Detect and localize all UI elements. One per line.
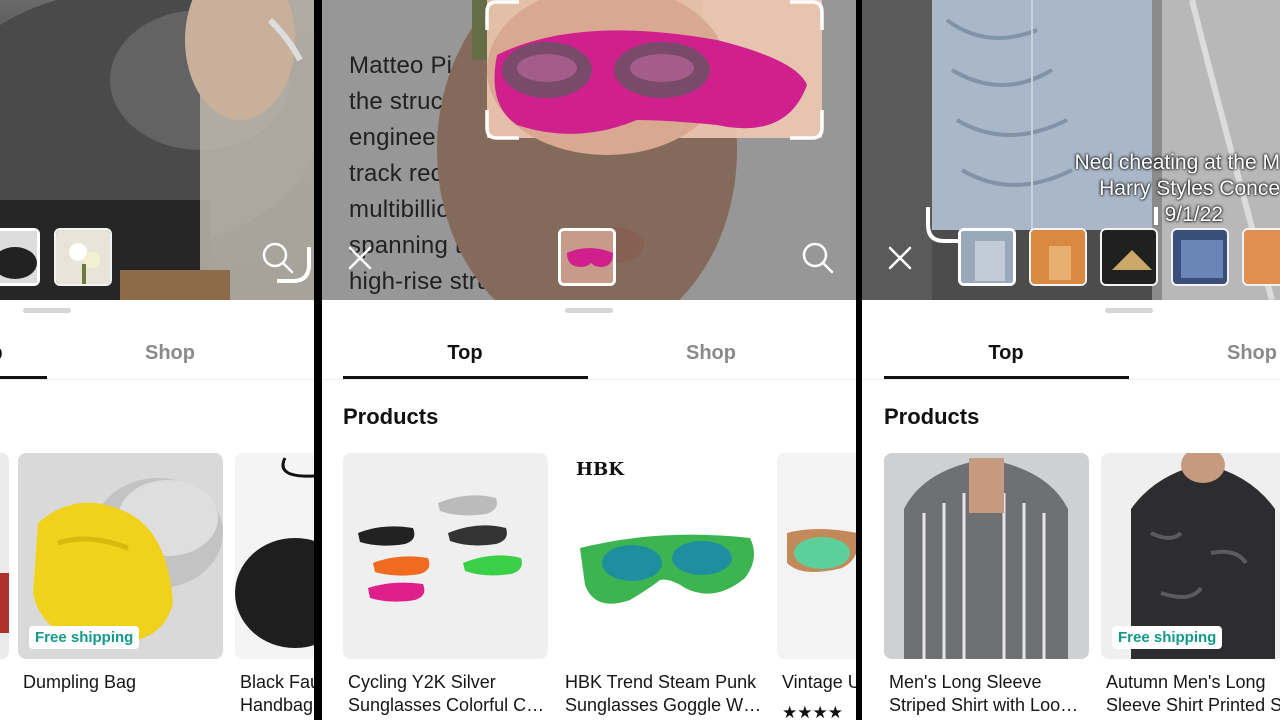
product-card[interactable] [0,453,9,659]
product-title: Cycling Y2K Silver Sunglasses Colorful C… [348,672,545,715]
product-title: Autumn Men's Long Sleeve Shirt Printed S [1106,672,1280,715]
tab-shop[interactable]: Shop [110,342,230,365]
product-image [343,453,548,659]
product-image: Free shipping [1101,453,1280,659]
close-icon[interactable] [342,240,378,276]
results-sheet: Top Shop Free shipping Dumpling Bag [0,300,314,720]
video-frame: Ned cheating at the M Harry Styles Conce… [862,0,1280,300]
product-card[interactable]: Free shipping Autumn Men's Long Sleeve S… [1101,453,1280,719]
tab-shop[interactable]: Shop [1192,342,1280,365]
video-caption-line: Harry Styles Conce [1099,177,1280,200]
tab-shop[interactable]: Shop [651,342,771,365]
search-icon[interactable] [800,240,836,276]
object-thumb-shirt[interactable] [958,228,1016,286]
video-frame: Matteo Piet the structura engineering tr… [322,0,856,300]
product-title: HBK Trend Steam Punk Sunglasses Goggle W… [565,672,762,715]
sheet-grabber[interactable] [23,308,71,313]
product-card[interactable]: HBK HBK Trend Steam Punk Sunglasses Gogg… [560,453,765,719]
section-title: Products [884,404,980,429]
product-image [884,453,1089,659]
free-shipping-badge: Free shipping [1112,626,1223,649]
tab-top[interactable]: Top [0,342,45,365]
object-thumb-person[interactable] [1029,228,1087,286]
product-card[interactable]: Black Fau Handbag [235,453,314,719]
product-image: Free shipping [18,453,223,659]
video-caption-line: Ned cheating at the M [1074,151,1280,174]
tab-divider [322,379,856,380]
product-image [777,453,856,659]
video-caption-line: 9/1/22 [1164,203,1223,226]
lens-panel-bag: Top Shop Free shipping Dumpling Bag [0,0,314,720]
product-card[interactable]: Free shipping Dumpling Bag [18,453,223,719]
product-image [235,453,314,659]
free-shipping-badge: Free shipping [29,626,140,649]
product-card[interactable]: Men's Long Sleeve Striped Shirt with Loo… [884,453,1089,719]
tab-underline [884,376,1129,379]
video-frame [0,0,314,300]
tab-top[interactable]: Top [405,342,525,365]
product-title: Men's Long Sleeve Striped Shirt with Loo… [889,672,1079,715]
lens-panel-shirt: Ned cheating at the M Harry Styles Conce… [862,0,1280,720]
object-thumb-bag[interactable] [0,228,40,286]
tab-divider [0,379,314,380]
lens-panel-sunglasses: Matteo Piet the structura engineering tr… [322,0,856,720]
product-title: Dumpling Bag [23,672,137,692]
sheet-grabber[interactable] [565,308,613,313]
section-title: Products [343,404,439,429]
results-sheet: Top Shop Products Men's Long Sleeve Stri… [862,300,1280,720]
close-icon[interactable] [882,240,918,276]
tab-top[interactable]: Top [946,342,1066,365]
object-thumb-jeans[interactable] [1171,228,1229,286]
object-thumb-flowers[interactable] [54,228,112,286]
object-thumb-sunglasses[interactable] [558,228,616,286]
tab-divider [862,379,1280,380]
rating-stars: ★★★★ [782,703,843,720]
object-thumb-item[interactable] [1242,228,1280,286]
product-card[interactable]: Vintage U [777,453,856,719]
product-image [0,453,9,659]
tab-underline [343,376,588,379]
results-sheet: Top Shop Products Cycling Y2K Silver Sun… [322,300,856,720]
product-title: Black Fau Handbag [240,672,314,715]
product-card[interactable]: Cycling Y2K Silver Sunglasses Colorful C… [343,453,548,719]
tab-underline [0,376,47,379]
object-thumb-top[interactable] [1100,228,1158,286]
product-image: HBK [560,453,765,659]
sheet-grabber[interactable] [1105,308,1153,313]
